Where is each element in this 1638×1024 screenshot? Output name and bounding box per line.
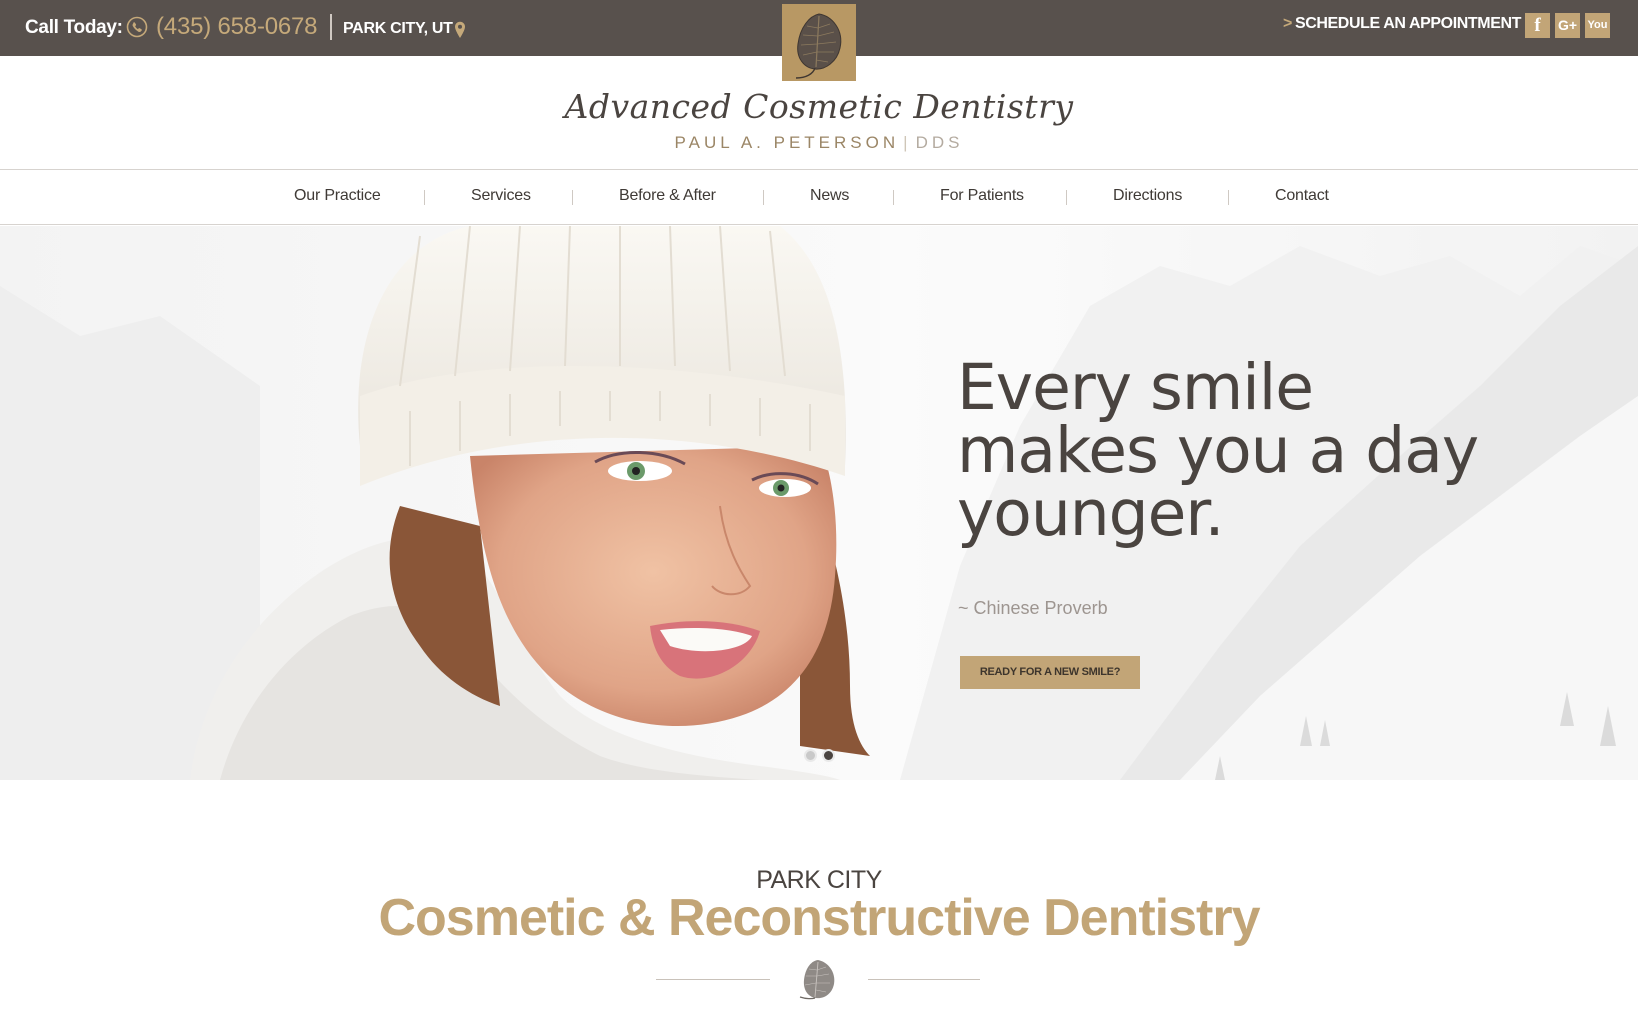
slider-dot-2[interactable] [822, 749, 835, 762]
doctor-credential: DDS [915, 133, 964, 152]
location-text: PARK CITY, UT [343, 20, 453, 37]
divider-line-left [656, 979, 770, 980]
logo-doctor-line: PAUL A. PETERSON | DDS [0, 133, 1638, 153]
main-nav: Our Practice Services Before & After New… [0, 169, 1638, 225]
nav-divider [424, 190, 425, 205]
nav-item-services[interactable]: Services [471, 187, 531, 205]
logo-divider: | [903, 133, 912, 152]
youtube-icon[interactable]: You [1585, 13, 1610, 38]
aspen-leaf-icon [799, 960, 835, 1000]
slider-dot-1[interactable] [804, 749, 817, 762]
nav-item-contact[interactable]: Contact [1275, 187, 1329, 205]
phone-icon [126, 16, 148, 38]
quote-attribution: ~ Chinese Proverb [958, 598, 1108, 618]
nav-divider [763, 190, 764, 205]
section-heading: Cosmetic & Reconstructive Dentistry [378, 889, 1260, 947]
phone-number-link[interactable]: (435) 658-0678 [156, 13, 318, 41]
nav-item-directions[interactable]: Directions [1113, 187, 1182, 205]
nav-item-before-after[interactable]: Before & After [619, 187, 716, 205]
map-pin-icon[interactable] [454, 21, 466, 39]
logo-practice-name[interactable]: Advanced Cosmetic Dentistry [0, 87, 1638, 126]
nav-divider [893, 190, 894, 205]
nav-item-for-patients[interactable]: For Patients [940, 187, 1024, 205]
nav-divider [572, 190, 573, 205]
hero-quote-line-3: younger. [957, 477, 1225, 550]
aspen-leaf-icon [782, 4, 856, 81]
divider-line-right [868, 979, 980, 980]
google-plus-icon[interactable]: G+ [1555, 13, 1580, 38]
new-smile-cta-button[interactable]: READY FOR A NEW SMILE? [960, 656, 1140, 689]
doctor-name: PAUL A. PETERSON [674, 133, 900, 152]
schedule-arrow: > [1283, 15, 1292, 32]
call-today-label: Call Today: [25, 17, 123, 38]
schedule-label: SCHEDULE AN APPOINTMENT [1294, 15, 1522, 32]
hero-quote: Every smile makes you a day younger. [957, 356, 1517, 545]
topbar-divider [330, 14, 332, 40]
nav-divider [1066, 190, 1067, 205]
hero-slider: Every smile makes you a day younger. ~ C… [0, 226, 1638, 780]
schedule-appointment-link[interactable]: > SCHEDULE AN APPOINTMENT [1283, 15, 1521, 33]
nav-divider [1228, 190, 1229, 205]
nav-item-our-practice[interactable]: Our Practice [294, 187, 381, 205]
nav-item-news[interactable]: News [810, 187, 849, 205]
logo-leaf-badge[interactable] [782, 4, 856, 81]
facebook-icon[interactable]: f [1525, 13, 1550, 38]
